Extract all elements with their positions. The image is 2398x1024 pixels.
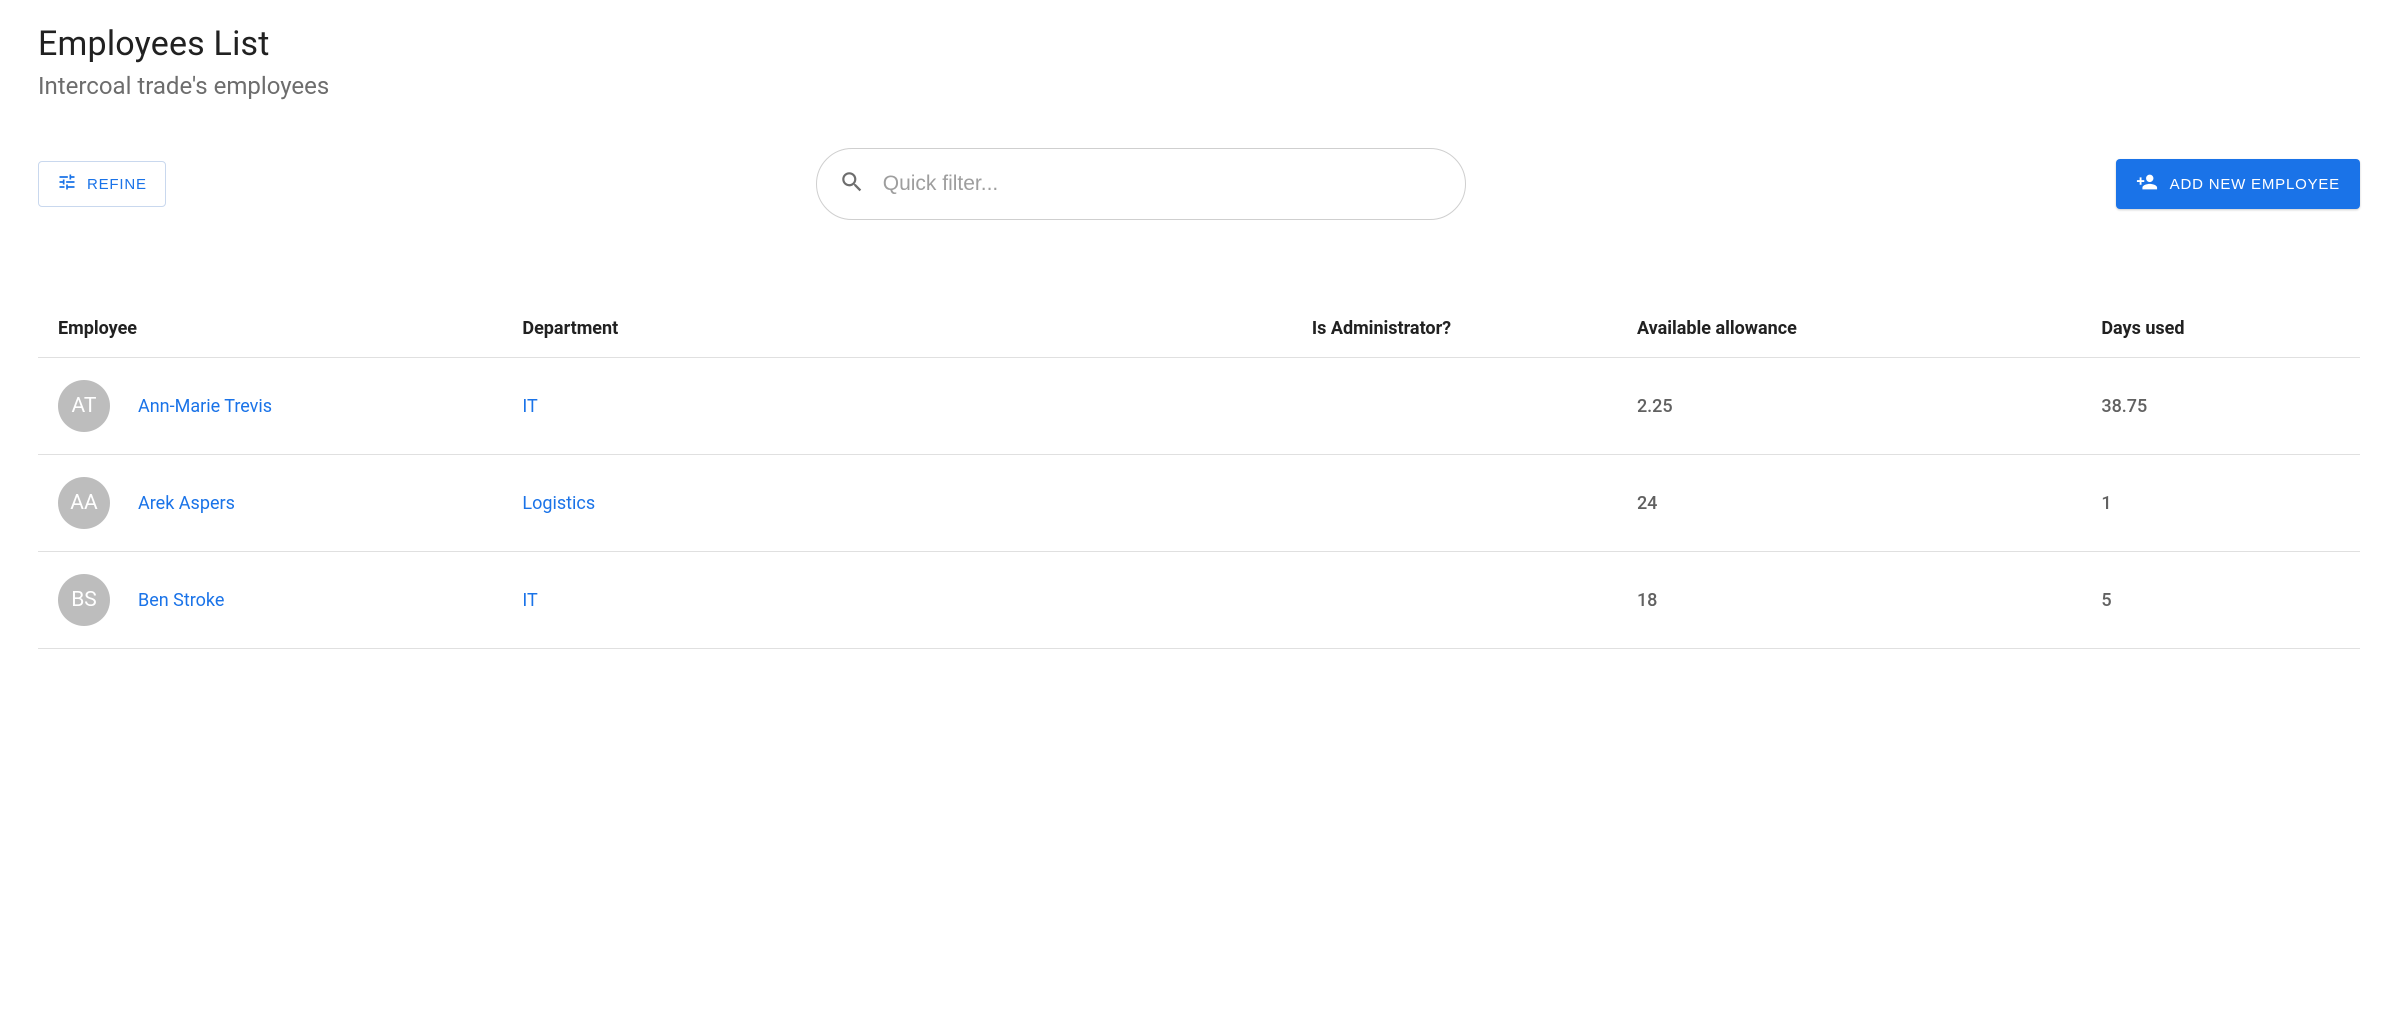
employees-table: Employee Department Is Administrator? Av…: [38, 300, 2360, 649]
col-header-days-used: Days used: [2081, 300, 2360, 358]
employee-name-link[interactable]: Arek Aspers: [138, 493, 235, 514]
col-header-employee: Employee: [38, 300, 502, 358]
avatar: BS: [58, 574, 110, 626]
search-icon: [839, 169, 883, 199]
days-used-cell: 5: [2081, 552, 2360, 649]
add-new-employee-button[interactable]: ADD NEW EMPLOYEE: [2116, 159, 2360, 209]
refine-label: REFINE: [87, 176, 147, 193]
table-row: AA Arek Aspers Logistics 24 1: [38, 455, 2360, 552]
is-admin-cell: [1292, 358, 1617, 455]
person-add-icon: [2136, 171, 2158, 197]
search-wrap: [166, 148, 2116, 220]
col-header-is-admin: Is Administrator?: [1292, 300, 1617, 358]
employee-name-link[interactable]: Ben Stroke: [138, 590, 224, 611]
avatar: AT: [58, 380, 110, 432]
department-link[interactable]: Logistics: [522, 493, 595, 514]
days-used-cell: 1: [2081, 455, 2360, 552]
search-input[interactable]: [883, 172, 1443, 196]
table-header-row: Employee Department Is Administrator? Av…: [38, 300, 2360, 358]
page-title: Employees List: [38, 24, 2360, 64]
table-row: AT Ann-Marie Trevis IT 2.25 38.75: [38, 358, 2360, 455]
refine-button[interactable]: REFINE: [38, 161, 166, 207]
table-row: BS Ben Stroke IT 18 5: [38, 552, 2360, 649]
department-link[interactable]: IT: [522, 590, 537, 611]
avatar: AA: [58, 477, 110, 529]
employee-name-link[interactable]: Ann-Marie Trevis: [138, 396, 272, 417]
toolbar: REFINE ADD NEW EMPLOYEE: [38, 148, 2360, 220]
is-admin-cell: [1292, 552, 1617, 649]
is-admin-cell: [1292, 455, 1617, 552]
col-header-allowance: Available allowance: [1617, 300, 2081, 358]
col-header-department: Department: [502, 300, 1291, 358]
days-used-cell: 38.75: [2081, 358, 2360, 455]
tune-icon: [57, 172, 77, 196]
department-link[interactable]: IT: [522, 396, 537, 417]
page-subtitle: Intercoal trade's employees: [38, 72, 2360, 100]
allowance-cell: 24: [1617, 455, 2081, 552]
allowance-cell: 18: [1617, 552, 2081, 649]
search-box[interactable]: [816, 148, 1466, 220]
add-new-employee-label: ADD NEW EMPLOYEE: [2170, 176, 2340, 193]
allowance-cell: 2.25: [1617, 358, 2081, 455]
